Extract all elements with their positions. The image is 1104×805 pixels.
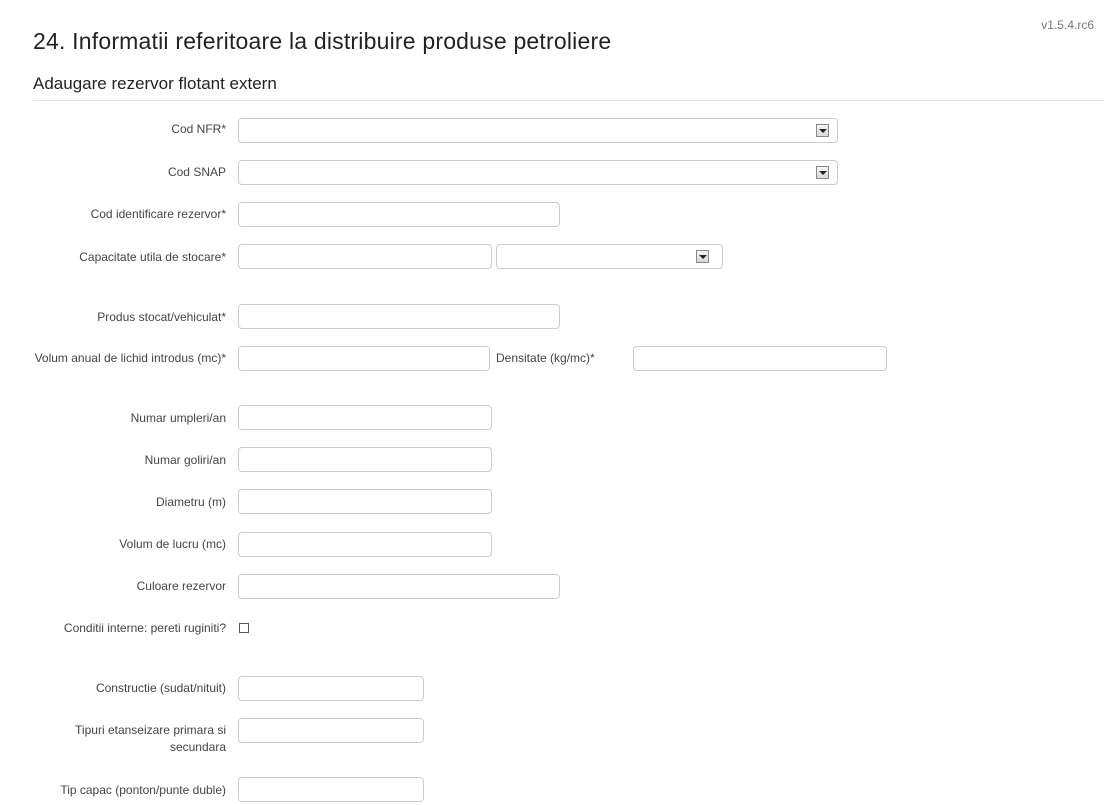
volum-anual-label: Volum anual de lichid introdus (mc)* bbox=[34, 351, 226, 365]
diametru-input[interactable] bbox=[238, 489, 492, 514]
cod-snap-label: Cod SNAP bbox=[167, 165, 226, 179]
tipuri-etanseizare-input[interactable] bbox=[238, 718, 424, 743]
densitate-label: Densitate (kg/mc)* bbox=[496, 351, 595, 365]
culoare-input[interactable] bbox=[238, 574, 560, 599]
volum-lucru-label: Volum de lucru (mc) bbox=[119, 537, 226, 551]
culoare-label: Culoare rezervor bbox=[136, 579, 226, 593]
capacitate-label: Capacitate utila de stocare* bbox=[79, 250, 226, 264]
cod-identificare-input[interactable] bbox=[238, 202, 560, 227]
umpleri-label: Numar umpleri/an bbox=[130, 411, 226, 425]
constructie-input[interactable] bbox=[238, 676, 424, 701]
page-title: 24. Informatii referitoare la distribuir… bbox=[33, 28, 612, 54]
densitate-input[interactable] bbox=[633, 346, 887, 371]
chevron-down-icon[interactable] bbox=[696, 250, 709, 263]
produs-input[interactable] bbox=[238, 304, 560, 329]
goliri-input[interactable] bbox=[238, 447, 492, 472]
cod-snap-select[interactable] bbox=[238, 160, 838, 185]
umpleri-input[interactable] bbox=[238, 405, 492, 430]
volum-anual-input[interactable] bbox=[238, 346, 490, 371]
produs-label: Produs stocat/vehiculat* bbox=[97, 310, 226, 324]
diametru-label: Diametru (m) bbox=[155, 495, 226, 509]
section-title: Adaugare rezervor flotant extern bbox=[33, 74, 277, 93]
conditii-label: Conditii interne: pereti ruginiti? bbox=[63, 621, 226, 635]
chevron-down-icon[interactable] bbox=[816, 124, 829, 137]
chevron-down-icon[interactable] bbox=[816, 166, 829, 179]
tipuri-etanseizare-label: Tipuri etanseizare primara si secundara bbox=[75, 723, 226, 754]
cod-identificare-label: Cod identificare rezervor* bbox=[90, 207, 226, 221]
cod-nfr-label: Cod NFR* bbox=[171, 122, 226, 136]
capacitate-input[interactable] bbox=[238, 244, 492, 269]
capacitate-unit-select[interactable] bbox=[496, 244, 723, 269]
volum-lucru-input[interactable] bbox=[238, 532, 492, 557]
version-label: v1.5.4.rc6 bbox=[1041, 18, 1094, 32]
cod-nfr-select[interactable] bbox=[238, 118, 838, 143]
tip-capac-label: Tip capac (ponton/punte duble) bbox=[60, 783, 226, 797]
goliri-label: Numar goliri/an bbox=[144, 453, 226, 467]
section-divider bbox=[33, 100, 1104, 101]
conditii-checkbox[interactable] bbox=[239, 623, 249, 633]
constructie-label: Constructie (sudat/nituit) bbox=[95, 681, 226, 695]
tip-capac-input[interactable] bbox=[238, 777, 424, 802]
